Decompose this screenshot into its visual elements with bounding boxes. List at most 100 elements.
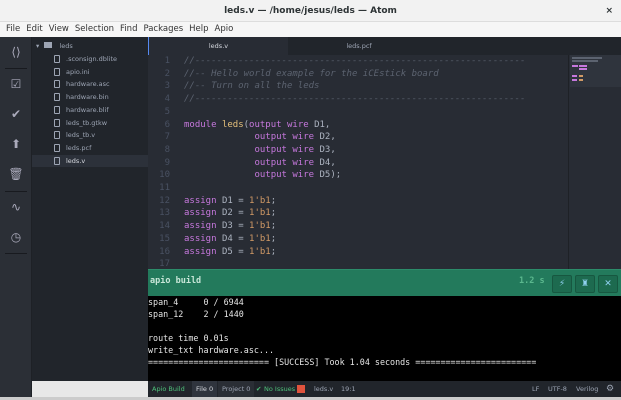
check-icon[interactable]: ✔ bbox=[0, 107, 32, 121]
panel-title: apio build bbox=[150, 276, 202, 286]
line-number: 6 bbox=[164, 119, 170, 130]
code-token: ; bbox=[270, 246, 277, 257]
code-file-icon[interactable]: ⟨⟩ bbox=[0, 45, 32, 59]
code-token: ; bbox=[270, 233, 277, 244]
line-number: 8 bbox=[164, 144, 170, 155]
code-line: output wire D4, bbox=[184, 157, 335, 168]
code-line: output wire D2, bbox=[184, 132, 335, 143]
minimap[interactable] bbox=[570, 55, 621, 87]
menu-view[interactable]: View bbox=[46, 22, 72, 37]
apio-build-status[interactable]: Apio Build bbox=[152, 381, 185, 397]
tree-folder-leds[interactable]: ▾ leds bbox=[32, 40, 148, 53]
file-icon bbox=[54, 156, 60, 165]
divider bbox=[5, 253, 27, 254]
code-token: D1, bbox=[314, 119, 331, 130]
trash-icon[interactable]: 🗑 bbox=[0, 167, 32, 181]
code-line: assign D3 = 1'b1; bbox=[184, 221, 276, 231]
tree-file[interactable]: hardware.asc bbox=[32, 78, 148, 91]
simulate-wave-icon[interactable]: ∿ bbox=[0, 200, 32, 214]
minimap-divider bbox=[568, 55, 569, 269]
code-line: module leds(output wire D1, bbox=[184, 120, 330, 130]
code-token: module bbox=[184, 119, 222, 130]
line-number: 13 bbox=[159, 208, 170, 219]
tab-leds-v[interactable]: leds.v bbox=[148, 37, 288, 55]
file-icon bbox=[54, 93, 60, 102]
file-icon bbox=[54, 67, 60, 76]
code-token: ; bbox=[270, 195, 277, 206]
file-issues-tab[interactable]: File 0 bbox=[192, 381, 218, 397]
menu-help[interactable]: Help bbox=[186, 22, 211, 37]
file-label: apio.ini bbox=[66, 67, 90, 76]
file-icon bbox=[54, 131, 60, 140]
code-token: output wire bbox=[254, 157, 320, 168]
code-token: D3 = bbox=[221, 221, 250, 232]
tree-file[interactable]: leds_tb.v bbox=[32, 129, 148, 142]
no-issues-status[interactable]: No Issues bbox=[264, 381, 295, 397]
code-token: //-- Hello world example for the iCEstic… bbox=[184, 68, 439, 79]
line-ending[interactable]: LF bbox=[532, 381, 539, 397]
verify-icon[interactable]: ☑ bbox=[0, 77, 32, 91]
file-icon bbox=[54, 105, 60, 114]
file-tree: ▾ leds .sconsign.dblite apio.ini hardware.… bbox=[32, 37, 148, 381]
line-number: 15 bbox=[159, 233, 170, 244]
project-issues-tab[interactable]: Project 0 bbox=[218, 381, 255, 397]
menu-edit[interactable]: Edit bbox=[23, 22, 45, 37]
code-line: //--------------------------------------… bbox=[184, 56, 525, 66]
line-number: 3 bbox=[164, 81, 170, 92]
menu-packages[interactable]: Packages bbox=[140, 22, 186, 37]
tree-file[interactable]: apio.ini bbox=[32, 66, 148, 79]
tab-label: leds.pcf bbox=[346, 42, 372, 50]
encoding[interactable]: UTF-8 bbox=[548, 381, 567, 397]
code-token: assign bbox=[184, 246, 222, 257]
output-line: ======================== [SUCCESS] Took … bbox=[148, 357, 537, 367]
line-number: 12 bbox=[159, 195, 170, 206]
status-filename[interactable]: leds.v bbox=[314, 381, 333, 397]
menu-apio[interactable]: Apio bbox=[212, 22, 237, 37]
file-label: hardware.asc bbox=[66, 80, 110, 89]
upload-icon[interactable]: ⬆ bbox=[0, 137, 32, 151]
code-token: D4 = bbox=[221, 233, 250, 244]
code-line: //--------------------------------------… bbox=[184, 94, 525, 104]
build-output[interactable]: span_4 0 / 6944 span_12 2 / 1440 route tim… bbox=[148, 296, 621, 381]
code-token: output wire bbox=[254, 170, 320, 181]
tree-file[interactable]: .sconsign.dblite bbox=[32, 53, 148, 66]
stop-button[interactable]: ♜ bbox=[575, 275, 595, 293]
file-label: leds_tb.gtkw bbox=[66, 118, 108, 127]
code-line: assign D1 = 1'b1; bbox=[184, 196, 276, 206]
menu-selection[interactable]: Selection bbox=[72, 22, 117, 37]
cursor-position[interactable]: 19:1 bbox=[341, 381, 356, 397]
code-line: output wire D3, bbox=[184, 145, 335, 155]
grammar[interactable]: Verilog bbox=[576, 381, 598, 397]
code-token: output wire bbox=[254, 132, 320, 143]
tree-file[interactable]: leds.v bbox=[32, 154, 148, 168]
file-label: leds.v bbox=[66, 156, 86, 165]
code-line: //-- Turn on all the leds bbox=[184, 81, 319, 91]
linter-icon[interactable] bbox=[297, 385, 305, 393]
tree-file[interactable]: leds_tb.gtkw bbox=[32, 117, 148, 130]
divider bbox=[5, 191, 27, 192]
code-token: 1'b1 bbox=[249, 195, 271, 206]
tree-file[interactable]: hardware.bin bbox=[32, 91, 148, 104]
gear-icon[interactable]: ⚙ bbox=[606, 381, 614, 397]
tab-bar: leds.v leds.pcf bbox=[148, 37, 621, 55]
chevron-down-icon: ▾ bbox=[36, 42, 40, 50]
close-panel-button[interactable]: ✕ bbox=[598, 275, 618, 293]
clock-icon[interactable]: ◷ bbox=[0, 230, 32, 244]
output-line: write_txt hardware.asc... bbox=[148, 345, 275, 355]
close-icon: ✕ bbox=[604, 279, 612, 289]
tree-file[interactable]: leds.pcf bbox=[32, 142, 148, 155]
menu-file[interactable]: File bbox=[3, 22, 23, 37]
close-icon[interactable]: × bbox=[605, 0, 613, 22]
code-line: //-- Hello world example for the iCEstic… bbox=[184, 69, 439, 79]
line-number: 16 bbox=[159, 246, 170, 257]
tab-leds-pcf[interactable]: leds.pcf bbox=[288, 37, 430, 55]
tree-file[interactable]: hardware.blif bbox=[32, 104, 148, 117]
menu-find[interactable]: Find bbox=[117, 22, 140, 37]
run-button[interactable]: ⚡ bbox=[552, 275, 572, 293]
line-number: 14 bbox=[159, 221, 170, 232]
title-bar: leds.v — /home/jesus/leds — Atom × bbox=[0, 0, 621, 22]
code-editor[interactable]: 1 //-------------------------------------… bbox=[148, 55, 621, 269]
code-token: assign bbox=[184, 195, 222, 206]
